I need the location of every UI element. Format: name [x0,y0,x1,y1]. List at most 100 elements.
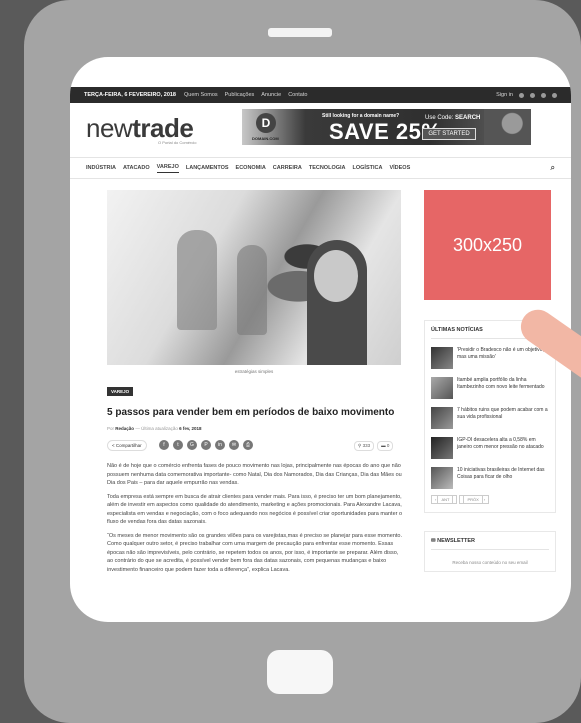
banner-code-value: SEARCH [455,115,481,121]
news-thumbnail[interactable] [431,347,453,369]
news-headline[interactable]: 10 iniciativas brasileiras de Internet d… [457,467,549,489]
twitter-icon[interactable] [530,92,535,98]
share-label: Compartilhar [115,443,142,448]
sidebar-ad-placeholder[interactable]: 300x250 [424,190,551,300]
share-icon: < [112,443,115,448]
topbar-link-quem-somos[interactable]: Quem Somos [184,92,218,98]
news-thumbnail[interactable] [431,437,453,459]
share-bar: < Compartilhar f t G P in ✉ ⎙ ⚲ 333 ▬ 0 [107,440,403,452]
article-paragraph: “Os meses de menor movimento são os gran… [107,532,402,573]
current-date: TERÇA-FEIRA, 6 FEVEREIRO, 2018 [84,92,176,98]
article-stats: ⚲ 333 ▬ 0 [354,441,394,451]
newsletter-widget: ✉ NEWSLETTER Receba nosso conteúdo no se… [424,531,556,572]
home-button[interactable] [267,650,333,694]
news-thumbnail[interactable] [431,467,453,489]
youtube-icon[interactable] [541,92,546,98]
image-caption: estratégias simples [234,369,274,374]
top-bar: TERÇA-FEIRA, 6 FEVEREIRO, 2018 Quem Somo… [70,87,571,103]
mail-icon: ✉ [431,538,436,544]
news-thumbnail[interactable] [431,407,453,429]
facebook-share-icon[interactable]: f [159,440,169,450]
author-name[interactable]: Redação [115,426,134,431]
news-headline[interactable]: Itambé amplia portfólio da linha Itambez… [457,377,549,399]
news-item[interactable]: 10 iniciativas brasileiras de Internet d… [431,467,549,489]
banner-brand-name: DOMAIN.COM [252,136,279,141]
tablet-screen: TERÇA-FEIRA, 6 FEVEREIRO, 2018 Quem Somo… [70,57,571,622]
newsletter-title: ✉ NEWSLETTER [431,538,549,550]
news-item[interactable]: 'Presidir o Bradesco não é um objetivo, … [431,347,549,369]
nav-item-atacado[interactable]: ATACADO [123,165,150,171]
nav-item-varejo[interactable]: VAREJO [156,164,179,173]
news-item[interactable]: IGP-DI desacelera alta a 0,58% em janeir… [431,437,549,459]
by-label: Por [107,426,115,431]
topbar-right: Sign in [496,92,557,98]
next-page-button[interactable]: PRÓX › [459,495,490,504]
topbar-link-publicacoes[interactable]: Publicações [225,92,255,98]
hero-figure [237,245,267,335]
newsletter-text: Receba nosso conteúdo no seu email [452,560,528,565]
banner-code-prefix: Use Code: [425,115,454,121]
article-body: Não é de hoje que o comércio enfrenta fa… [107,462,403,574]
banner-cta-button[interactable]: GET STARTED [422,128,476,140]
latest-news-widget: ÚLTIMAS NOTÍCIAS 'Presidir o Bradesco nã… [424,320,556,513]
category-tag[interactable]: VAREJO [107,387,134,396]
nav-item-tecnologia[interactable]: TECNOLOGIA [309,165,346,171]
tablet-frame: TERÇA-FEIRA, 6 FEVEREIRO, 2018 Quem Somo… [24,0,581,723]
topbar-link-contato[interactable]: Contato [288,92,307,98]
comment-icon: ▬ [381,443,386,448]
google-share-icon[interactable]: G [187,440,197,450]
nav-item-videos[interactable]: VÍDEOS [389,165,410,171]
prev-label: ANT [437,495,454,504]
share-button[interactable]: < Compartilhar [107,440,147,451]
comments-count[interactable]: ▬ 0 [377,441,394,451]
article-title: 5 passos para vender bem em períodos de … [107,407,395,418]
nav-item-carreira[interactable]: CARREIRA [273,165,302,171]
logo-light-text: new [86,113,133,143]
article-paragraph: Não é de hoje que o comércio enfrenta fa… [107,463,402,486]
news-headline[interactable]: 7 hábitos ruins que podem acabar com a s… [457,407,549,429]
tablet-speaker [268,28,332,37]
nav-item-industria[interactable]: INDÚSTRIA [86,165,116,171]
article-date: 6 fev, 2018 [179,426,202,431]
news-thumbnail[interactable] [431,377,453,399]
updated-label: Última atualização [141,426,178,431]
search-icon[interactable]: ⌕ [551,163,555,173]
email-share-icon[interactable]: ✉ [229,440,239,450]
logo-tagline: O Portal do Comércio [158,140,197,145]
device-mockup: TERÇA-FEIRA, 6 FEVEREIRO, 2018 Quem Somo… [0,0,581,723]
banner-code: Use Code: SEARCH [425,115,480,121]
instagram-icon[interactable] [552,92,557,98]
hero-figure [177,230,217,330]
comments-value: 0 [386,443,390,448]
article-meta: Por Redação — Última atualização 6 fev, … [107,426,403,431]
newsletter-title-text: NEWSLETTER [437,538,476,544]
nav-item-logistica[interactable]: LOGÍSTICA [353,165,383,171]
sign-in-link[interactable]: Sign in [496,92,513,98]
news-headline[interactable]: IGP-DI desacelera alta a 0,58% em janeir… [457,437,549,459]
header-banner-ad[interactable]: D DOMAIN.COM Still looking for a domain … [242,109,531,145]
news-headline[interactable]: 'Presidir o Bradesco não é um objetivo, … [457,347,549,369]
nav-item-lancamentos[interactable]: LANÇAMENTOS [186,165,229,171]
prev-page-button[interactable]: ‹ ANT [431,495,458,504]
twitter-share-icon[interactable]: t [173,440,183,450]
pinterest-share-icon[interactable]: P [201,440,211,450]
views-icon: ⚲ [358,443,362,448]
hero-face [314,250,358,302]
news-item[interactable]: Itambé amplia portfólio da linha Itambez… [431,377,549,399]
main-nav: INDÚSTRIA ATACADO VAREJO LANÇAMENTOS ECO… [70,157,571,179]
facebook-icon[interactable] [519,92,524,98]
topbar-link-anuncie[interactable]: Anuncie [261,92,281,98]
sidebar: 300x250 ÚLTIMAS NOTÍCIAS 'Presidir o Bra… [424,190,558,572]
article-hero-image [107,190,401,365]
print-icon[interactable]: ⎙ [243,440,253,450]
views-value: 333 [362,443,371,448]
next-label: PRÓX [463,495,483,504]
site-header: newtrade O Portal do Comércio D DOMAIN.C… [70,105,571,149]
domain-logo-icon: D [256,113,276,133]
article: estratégias simples VAREJO 5 passos para… [107,190,403,574]
linkedin-share-icon[interactable]: in [215,440,225,450]
news-pager: ‹ ANT PRÓX › [431,495,549,504]
news-item[interactable]: 7 hábitos ruins que podem acabar com a s… [431,407,549,429]
nav-item-economia[interactable]: ECONOMIA [236,165,266,171]
banner-person-image [484,109,531,145]
